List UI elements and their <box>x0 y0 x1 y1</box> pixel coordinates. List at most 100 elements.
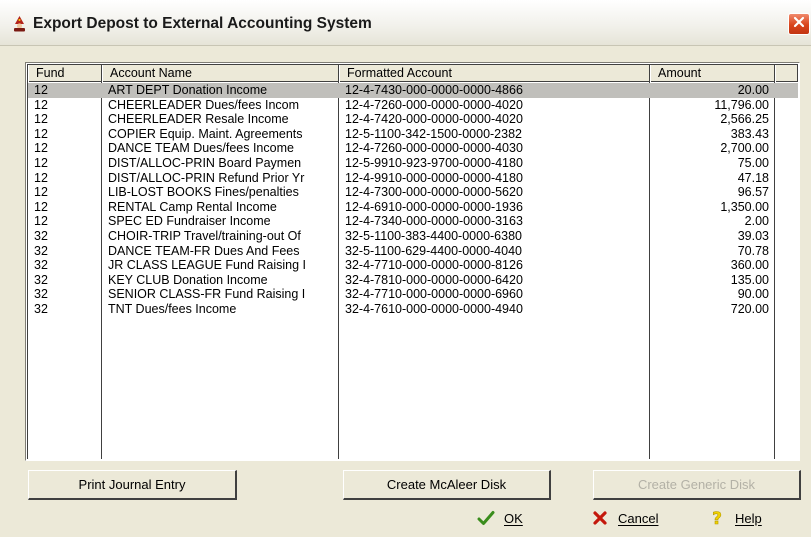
table-row[interactable]: 12 SPEC ED Fundraiser Income 12-4-7340-000… <box>28 214 798 229</box>
cell-fund: 32 <box>34 301 48 316</box>
print-journal-entry-button[interactable]: Print Journal Entry <box>28 470 237 500</box>
cell-formatted-account: 12-4-7430-000-0000-0000-4866 <box>345 83 523 97</box>
ok-label: OK <box>504 510 523 526</box>
cell-account-name: COPIER Equip. Maint. Agreements <box>108 126 303 141</box>
cell-amount: 2,700.00 <box>720 141 769 156</box>
table-row[interactable]: 12 CHEERLEADER Resale Income 12-4-7420-000… <box>28 112 798 127</box>
cancel-button[interactable]: Cancel <box>590 508 658 528</box>
cell-amount: 2,566.25 <box>720 112 769 127</box>
column-header-amount[interactable]: Amount <box>650 65 775 82</box>
cell-account-name: KEY CLUB Donation Income <box>108 272 268 287</box>
close-button[interactable] <box>788 13 810 35</box>
table-row[interactable]: 32 DANCE TEAM-FR Dues And Fees 32-5-1100-6… <box>28 244 798 259</box>
cell-amount: 1,350.00 <box>720 199 769 214</box>
cell-account-name: DANCE TEAM Dues/fees Income <box>108 141 294 156</box>
cell-account-name: CHEERLEADER Dues/fees Incom <box>108 97 300 112</box>
cell-amount: 383.43 <box>730 126 769 141</box>
checkmark-icon <box>476 509 496 527</box>
cell-formatted-account: 32-4-7810-000-0000-0000-6420 <box>345 272 523 287</box>
export-dialog: Export Depost to External Accounting Sys… <box>0 0 811 537</box>
table-row[interactable]: 12 ART DEPT Donation Income 12-4-7430-000-… <box>28 83 798 98</box>
column-header-filler <box>775 65 798 82</box>
cell-formatted-account: 12-4-7340-000-0000-0000-3163 <box>345 214 523 229</box>
help-button[interactable]: ? Help <box>707 508 762 528</box>
cell-fund: 12 <box>34 214 48 229</box>
grid-header: Fund Account Name Formatted Account Amou… <box>28 65 798 82</box>
cell-account-name: LIB-LOST BOOKS Fines/penalties <box>108 185 299 200</box>
table-row[interactable]: 12 CHEERLEADER Dues/fees Incom 12-4-7260-0… <box>28 98 798 113</box>
cell-amount: 11,796.00 <box>714 97 769 112</box>
cell-fund: 12 <box>34 199 48 214</box>
cell-fund: 12 <box>34 83 48 97</box>
table-row[interactable]: 12 RENTAL Camp Rental Income 12-4-6910-000… <box>28 200 798 215</box>
deposit-grid[interactable]: Fund Account Name Formatted Account Amou… <box>25 62 800 461</box>
cell-amount: 47.18 <box>737 170 769 185</box>
cell-formatted-account: 32-4-7610-000-0000-0000-4940 <box>345 301 523 316</box>
cell-formatted-account: 12-5-1100-342-1500-0000-2382 <box>345 126 522 141</box>
cell-account-name: SPEC ED Fundraiser Income <box>108 214 271 229</box>
grid-rows: 12 ART DEPT Donation Income 12-4-7430-000-… <box>28 83 798 317</box>
cell-amount: 75.00 <box>737 155 769 170</box>
table-row[interactable]: 12 LIB-LOST BOOKS Fines/penalties 12-4-730… <box>28 185 798 200</box>
title-bar: Export Depost to External Accounting Sys… <box>0 0 811 46</box>
cell-amount: 2.00 <box>744 214 769 229</box>
cell-amount: 39.03 <box>737 228 769 243</box>
cell-fund: 12 <box>34 97 48 112</box>
cell-account-name: DANCE TEAM-FR Dues And Fees <box>108 243 300 258</box>
cell-fund: 12 <box>34 112 48 127</box>
column-header-formatted-account[interactable]: Formatted Account <box>339 65 650 82</box>
table-row[interactable]: 32 CHOIR-TRIP Travel/training-out Of 32-5-… <box>28 229 798 244</box>
create-mcaleer-disk-button[interactable]: Create McAleer Disk <box>343 470 551 500</box>
cell-formatted-account: 32-5-1100-629-4400-0000-4040 <box>345 243 522 258</box>
table-row[interactable]: 12 COPIER Equip. Maint. Agreements 12-5-11… <box>28 127 798 142</box>
table-row[interactable]: 12 DANCE TEAM Dues/fees Income 12-4-7260-0… <box>28 141 798 156</box>
cell-amount: 90.00 <box>737 287 769 302</box>
table-row[interactable]: 32 SENIOR CLASS-FR Fund Raising I 32-4-771… <box>28 287 798 302</box>
cell-formatted-account: 12-4-6910-000-0000-0000-1936 <box>345 199 523 214</box>
cancel-label: Cancel <box>618 510 659 526</box>
close-icon <box>793 15 805 33</box>
cell-formatted-account: 32-5-1100-383-4400-0000-6380 <box>345 228 522 243</box>
table-row[interactable]: 12 DIST/ALLOC-PRIN Board Paymen 12-5-9910-… <box>28 156 798 171</box>
cell-fund: 32 <box>34 228 48 243</box>
cell-account-name: TNT Dues/fees Income <box>108 301 237 316</box>
cell-account-name: CHEERLEADER Resale Income <box>108 112 289 127</box>
column-header-account-name[interactable]: Account Name <box>102 65 339 82</box>
help-label: Help <box>735 510 762 526</box>
cell-amount: 70.78 <box>737 243 769 258</box>
table-row[interactable]: 12 DIST/ALLOC-PRIN Refund Prior Yr 12-4-99… <box>28 171 798 186</box>
cell-formatted-account: 12-4-7260-000-0000-0000-4020 <box>345 97 523 112</box>
question-mark-icon: ? <box>707 509 727 527</box>
cell-fund: 12 <box>34 141 48 156</box>
cell-amount: 720.00 <box>730 301 769 316</box>
cell-formatted-account: 32-4-7710-000-0000-0000-6960 <box>345 287 523 302</box>
x-mark-icon <box>590 509 610 527</box>
table-row[interactable]: 32 KEY CLUB Donation Income 32-4-7810-000-… <box>28 273 798 288</box>
cell-fund: 12 <box>34 185 48 200</box>
cell-account-name: ART DEPT Donation Income <box>108 83 268 97</box>
cell-fund: 32 <box>34 243 48 258</box>
cell-formatted-account: 12-5-9910-923-9700-0000-4180 <box>345 155 523 170</box>
ok-button[interactable]: OK <box>476 508 523 528</box>
window-title: Export Depost to External Accounting Sys… <box>33 15 372 32</box>
cell-account-name: JR CLASS LEAGUE Fund Raising I <box>108 258 306 273</box>
table-row[interactable]: 32 JR CLASS LEAGUE Fund Raising I 32-4-771… <box>28 258 798 273</box>
cell-formatted-account: 12-4-7420-000-0000-0000-4020 <box>345 112 523 127</box>
wizard-app-icon <box>11 15 28 32</box>
cell-account-name: DIST/ALLOC-PRIN Refund Prior Yr <box>108 170 305 185</box>
cell-fund: 12 <box>34 126 48 141</box>
cell-fund: 32 <box>34 258 48 273</box>
cell-account-name: DIST/ALLOC-PRIN Board Paymen <box>108 155 302 170</box>
cell-account-name: RENTAL Camp Rental Income <box>108 199 277 214</box>
cell-amount: 135.00 <box>730 272 769 287</box>
cell-amount: 20.00 <box>737 83 769 97</box>
cell-formatted-account: 12-4-9910-000-0000-0000-4180 <box>345 170 523 185</box>
cell-fund: 12 <box>34 170 48 185</box>
column-header-fund[interactable]: Fund <box>28 65 102 82</box>
svg-text:?: ? <box>712 509 722 527</box>
cell-amount: 360.00 <box>730 258 769 273</box>
cell-amount: 96.57 <box>737 185 769 200</box>
cell-fund: 12 <box>34 155 48 170</box>
create-generic-disk-button[interactable]: Create Generic Disk <box>593 470 801 500</box>
table-row[interactable]: 32 TNT Dues/fees Income 32-4-7610-000-0000… <box>28 302 798 317</box>
